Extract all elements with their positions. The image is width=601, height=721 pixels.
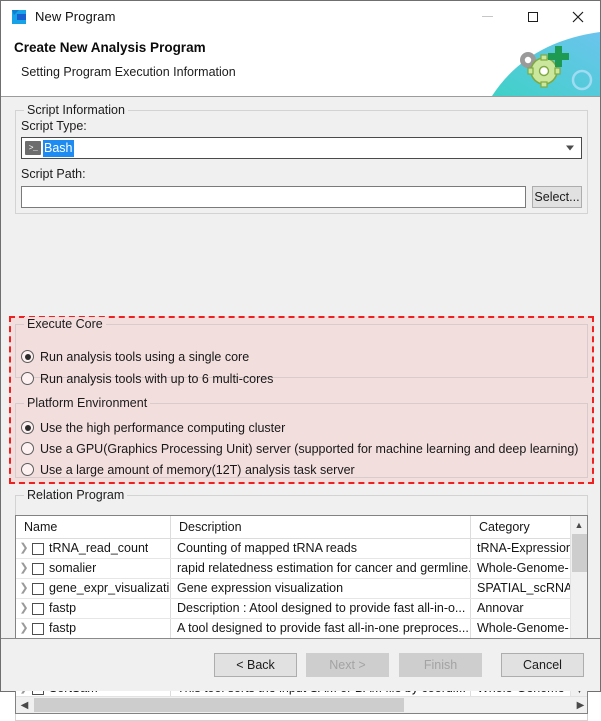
vertical-scroll-thumb[interactable]	[572, 534, 587, 572]
chevron-left-icon[interactable]: ◀	[16, 697, 33, 713]
wizard-header: Create New Analysis Program Setting Prog…	[1, 32, 600, 97]
radio-single-core[interactable]	[21, 350, 34, 363]
row-checkbox[interactable]	[32, 602, 44, 615]
close-button[interactable]	[555, 1, 600, 32]
radio-multi-core[interactable]	[21, 372, 34, 385]
chevron-up-icon[interactable]: ▲	[571, 516, 587, 533]
cell-description: rapid relatedness estimation for cancer …	[171, 559, 471, 578]
script-path-label: Script Path:	[21, 167, 86, 181]
back-button[interactable]: < Back	[214, 653, 297, 677]
close-icon	[572, 11, 583, 22]
table-horizontal-scrollbar[interactable]: ◀ ▶	[16, 696, 587, 713]
cell-name: ❯ fastp	[16, 599, 171, 618]
script-information-label: Script Information	[24, 103, 128, 117]
table-row[interactable]: ❯ tRNA_read_count Counting of mapped tRNA …	[16, 539, 587, 559]
cell-name-text: tRNA_read_count	[49, 541, 149, 555]
platform-environment-label: Platform Environment	[24, 396, 151, 410]
cell-description: Description : Atool designed to provide …	[171, 599, 471, 618]
execute-core-label: Execute Core	[24, 317, 106, 331]
relation-program-label: Relation Program	[24, 488, 128, 502]
table-row[interactable]: ❯ fastp A tool designed to provide fast al…	[16, 619, 587, 639]
platform-option-2-label: Use a large amount of memory(12T) analys…	[40, 462, 355, 477]
page-subtitle: Setting Program Execution Information	[21, 65, 236, 79]
row-checkbox[interactable]	[32, 542, 44, 555]
column-header-name[interactable]: Name	[16, 516, 171, 539]
dialog-content: Script Information Script Type: >_ Bash …	[1, 97, 600, 721]
wizard-banner-graphic	[482, 32, 600, 96]
cell-name: ❯ gene_expr_visualizati	[16, 579, 171, 598]
cell-name: ❯ tRNA_read_count	[16, 539, 171, 558]
table-row[interactable]: ❯ somalier rapid relatedness estimation fo…	[16, 559, 587, 579]
row-checkbox[interactable]	[32, 622, 44, 635]
cell-description: Gene expression visualization	[171, 579, 471, 598]
minimize-icon	[482, 16, 493, 17]
cell-description: Counting of mapped tRNA reads	[171, 539, 471, 558]
radio-gpu-server[interactable]	[21, 442, 34, 455]
platform-option-1-label: Use a GPU(Graphics Processing Unit) serv…	[40, 441, 579, 456]
execute-core-option-1[interactable]: Run analysis tools with up to 6 multi-co…	[21, 369, 273, 388]
chevron-right-icon[interactable]: ▶	[572, 697, 587, 713]
chevron-right-icon[interactable]: ❯	[16, 599, 32, 618]
script-path-input[interactable]	[21, 186, 526, 208]
table-header-row: Name Description Category	[16, 516, 587, 539]
script-type-value: Bash	[43, 139, 74, 157]
page-title: Create New Analysis Program	[14, 40, 206, 55]
cell-name: ❯ fastp	[16, 619, 171, 638]
platform-option-1[interactable]: Use a GPU(Graphics Processing Unit) serv…	[21, 439, 578, 458]
execute-core-option-0-label: Run analysis tools using a single core	[40, 349, 250, 364]
window-title: New Program	[35, 9, 116, 24]
horizontal-scroll-thumb[interactable]	[34, 698, 404, 712]
cell-name-text: fastp	[49, 601, 77, 615]
cell-category: tRNA-Expression	[477, 541, 571, 555]
radio-hpc-cluster[interactable]	[21, 421, 34, 434]
cell-name: ❯ somalier	[16, 559, 171, 578]
window-controls	[465, 1, 600, 32]
minimize-button[interactable]	[465, 1, 510, 32]
table-row[interactable]: ❯ gene_expr_visualizati Gene expression vi…	[16, 579, 587, 599]
execute-core-option-1-label: Run analysis tools with up to 6 multi-co…	[40, 371, 274, 386]
platform-option-0-label: Use the high performance computing clust…	[40, 420, 286, 435]
finish-button: Finish	[399, 653, 482, 677]
cell-category: Annovar	[477, 601, 524, 615]
maximize-icon	[527, 11, 538, 22]
chevron-right-icon[interactable]: ❯	[16, 539, 32, 558]
select-button[interactable]: Select...	[532, 186, 582, 208]
cell-name-text: somalier	[49, 561, 97, 575]
maximize-button[interactable]	[510, 1, 555, 32]
execute-core-option-0[interactable]: Run analysis tools using a single core	[21, 347, 249, 366]
script-path-value	[22, 187, 525, 191]
cell-name-text: fastp	[49, 621, 77, 635]
dialog-footer: < Back Next > Finish Cancel	[1, 638, 600, 691]
chevron-right-icon[interactable]: ❯	[16, 579, 32, 598]
script-type-label: Script Type:	[21, 119, 87, 133]
app-icon	[11, 9, 27, 25]
chevron-right-icon[interactable]: ❯	[16, 559, 32, 578]
chevron-right-icon[interactable]: ❯	[16, 619, 32, 638]
title-bar: New Program	[1, 1, 600, 32]
row-checkbox[interactable]	[32, 582, 44, 595]
column-header-description[interactable]: Description	[171, 516, 471, 539]
table-row[interactable]: ❯ fastp Description : Atool designed to pr…	[16, 599, 587, 619]
cell-category: SPATIAL_scRNA_	[477, 581, 571, 595]
platform-option-0[interactable]: Use the high performance computing clust…	[21, 418, 285, 437]
row-checkbox[interactable]	[32, 562, 44, 575]
cancel-button[interactable]: Cancel	[501, 653, 584, 677]
terminal-icon: >_	[25, 141, 41, 155]
radio-large-memory-server[interactable]	[21, 463, 34, 476]
cell-description: A tool designed to provide fast all-in-o…	[171, 619, 471, 638]
cell-name-text: gene_expr_visualizati	[49, 581, 170, 595]
chevron-down-icon	[566, 145, 574, 151]
cell-category: Whole-Genome-	[477, 621, 569, 635]
column-header-category[interactable]: Category	[471, 516, 571, 539]
platform-option-2[interactable]: Use a large amount of memory(12T) analys…	[21, 460, 355, 479]
next-button: Next >	[306, 653, 389, 677]
cell-category: Whole-Genome-	[477, 561, 569, 575]
new-program-dialog: New Program Create New Analysis Program …	[0, 0, 601, 721]
script-type-combo[interactable]: >_ Bash	[21, 137, 582, 159]
